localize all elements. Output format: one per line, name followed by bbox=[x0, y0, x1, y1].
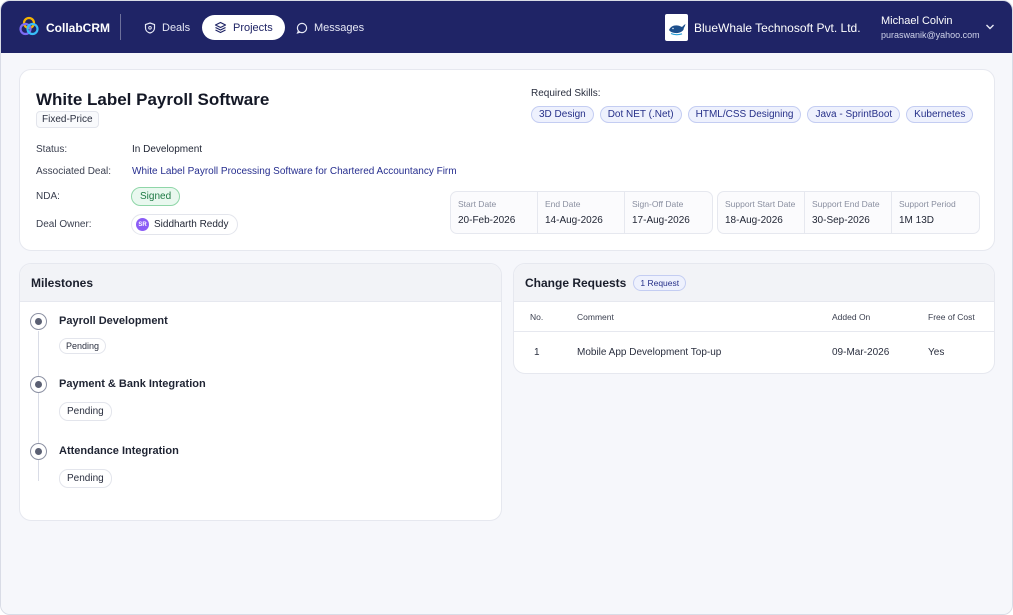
user-email: puraswanik@yahoo.com bbox=[881, 30, 980, 40]
date-label: Sign-Off Date bbox=[632, 199, 684, 209]
pricing-type-badge: Fixed-Price bbox=[36, 111, 99, 128]
column-header: No. bbox=[530, 312, 544, 322]
app-window: CollabCRM Deals Projects Messages BlueWh… bbox=[0, 0, 1013, 615]
nav-divider bbox=[120, 14, 121, 40]
user-name: Michael Colvin bbox=[881, 15, 953, 27]
sign-off-date: Sign-Off Date 17-Aug-2026 bbox=[625, 192, 712, 233]
milestone-status-badge: Pending bbox=[59, 469, 112, 488]
skill-tag: Kubernetes bbox=[906, 106, 974, 123]
date-value: 1M 13D bbox=[899, 215, 935, 226]
milestone-title: Payment & Bank Integration bbox=[59, 378, 206, 390]
skill-tag: 3D Design bbox=[531, 106, 594, 123]
support-start-date: Support Start Date 18-Aug-2026 bbox=[718, 192, 805, 233]
project-dates: Start Date 20-Feb-2026 End Date 14-Aug-2… bbox=[450, 191, 713, 234]
nda-label: NDA: bbox=[36, 191, 60, 202]
nav-tab-label: Projects bbox=[233, 21, 273, 34]
app-name: CollabCRM bbox=[46, 20, 110, 35]
whale-logo-icon bbox=[665, 14, 688, 41]
skills-list: 3D Design Dot NET (.Net) HTML/CSS Design… bbox=[531, 106, 974, 123]
date-value: 30-Sep-2026 bbox=[812, 215, 870, 226]
brand[interactable]: CollabCRM bbox=[19, 16, 110, 39]
skill-tag: Java - SprintBoot bbox=[807, 106, 901, 123]
chat-icon bbox=[296, 22, 308, 34]
nda-status-badge: Signed bbox=[131, 187, 181, 206]
milestone-title: Attendance Integration bbox=[59, 445, 179, 457]
table-cell: Mobile App Development Top-up bbox=[577, 347, 722, 358]
support-period: Support Period 1M 13D bbox=[892, 192, 979, 233]
section-title: Milestones bbox=[31, 275, 94, 290]
date-label: Support Period bbox=[899, 199, 956, 209]
date-label: Support End Date bbox=[812, 199, 880, 209]
nav-tab-label: Messages bbox=[314, 21, 365, 34]
avatar: SR bbox=[136, 218, 149, 231]
collabcrm-logo-icon bbox=[19, 16, 39, 39]
date-value: 20-Feb-2026 bbox=[458, 215, 516, 226]
section-title: Change Requests bbox=[525, 275, 627, 290]
user-menu[interactable]: Michael Colvin puraswanik@yahoo.com bbox=[881, 15, 980, 40]
change-requests-card: Change Requests 1 Request No. Comment Ad… bbox=[513, 263, 995, 374]
status-label: Status: bbox=[36, 144, 68, 155]
milestone-dot-icon bbox=[30, 376, 47, 393]
organization-name: BlueWhale Technosoft Pvt. Ltd. bbox=[694, 20, 861, 35]
date-value: 14-Aug-2026 bbox=[545, 215, 603, 226]
chevron-down-icon[interactable] bbox=[985, 22, 995, 34]
change-requests-header: Change Requests 1 Request bbox=[514, 264, 994, 302]
start-date: Start Date 20-Feb-2026 bbox=[451, 192, 538, 233]
date-label: Start Date bbox=[458, 199, 497, 209]
associated-deal-link[interactable]: White Label Payroll Processing Software … bbox=[132, 166, 457, 177]
table-header: No. Comment Added On Free of Cost bbox=[514, 302, 994, 332]
table-cell: Yes bbox=[928, 347, 945, 358]
associated-deal-label: Associated Deal: bbox=[36, 166, 112, 177]
status-value: In Development bbox=[132, 144, 203, 155]
deal-owner-label: Deal Owner: bbox=[36, 219, 92, 230]
date-label: Support Start Date bbox=[725, 199, 796, 209]
layers-icon bbox=[214, 21, 227, 34]
column-header: Comment bbox=[577, 312, 614, 322]
milestone-status-badge: Pending bbox=[59, 338, 107, 354]
skill-tag: HTML/CSS Designing bbox=[687, 106, 802, 123]
main-content: White Label Payroll Software Fixed-Price… bbox=[1, 53, 1012, 614]
nav-tab-deals[interactable]: Deals bbox=[132, 15, 202, 40]
milestone-status-badge: Pending bbox=[59, 402, 112, 421]
support-end-date: Support End Date 30-Sep-2026 bbox=[805, 192, 892, 233]
request-count-badge: 1 Request bbox=[633, 274, 687, 291]
deal-owner-name: Siddharth Reddy bbox=[154, 219, 229, 230]
project-summary-card: White Label Payroll Software Fixed-Price… bbox=[19, 69, 995, 251]
column-header: Added On bbox=[832, 312, 871, 322]
end-date: End Date 14-Aug-2026 bbox=[538, 192, 625, 233]
date-value: 17-Aug-2026 bbox=[632, 215, 690, 226]
column-header: Free of Cost bbox=[928, 312, 975, 322]
shield-icon bbox=[144, 21, 156, 34]
date-value: 18-Aug-2026 bbox=[725, 215, 783, 226]
deal-owner-chip[interactable]: SR Siddharth Reddy bbox=[131, 214, 238, 235]
date-label: End Date bbox=[545, 199, 581, 209]
milestones-header: Milestones bbox=[20, 264, 501, 302]
milestone-title: Payroll Development bbox=[59, 315, 168, 327]
top-nav: CollabCRM Deals Projects Messages BlueWh… bbox=[1, 1, 1012, 53]
nav-tab-projects[interactable]: Projects bbox=[202, 15, 285, 40]
nav-tab-label: Deals bbox=[162, 21, 191, 34]
table-cell: 09-Mar-2026 bbox=[832, 347, 890, 358]
table-cell: 1 bbox=[534, 347, 540, 358]
milestones-card: Milestones Payroll Development Pending P… bbox=[19, 263, 502, 521]
organization: BlueWhale Technosoft Pvt. Ltd. bbox=[665, 14, 861, 41]
project-title: White Label Payroll Software bbox=[36, 90, 270, 109]
milestone-dot-icon bbox=[30, 313, 47, 330]
required-skills-label: Required Skills: bbox=[531, 88, 601, 99]
milestone-dot-icon bbox=[30, 443, 47, 460]
nav-tab-messages[interactable]: Messages bbox=[284, 15, 376, 40]
skill-tag: Dot NET (.Net) bbox=[599, 106, 682, 123]
table-row[interactable]: 1 Mobile App Development Top-up 09-Mar-2… bbox=[514, 332, 994, 373]
support-dates: Support Start Date 18-Aug-2026 Support E… bbox=[717, 191, 980, 234]
